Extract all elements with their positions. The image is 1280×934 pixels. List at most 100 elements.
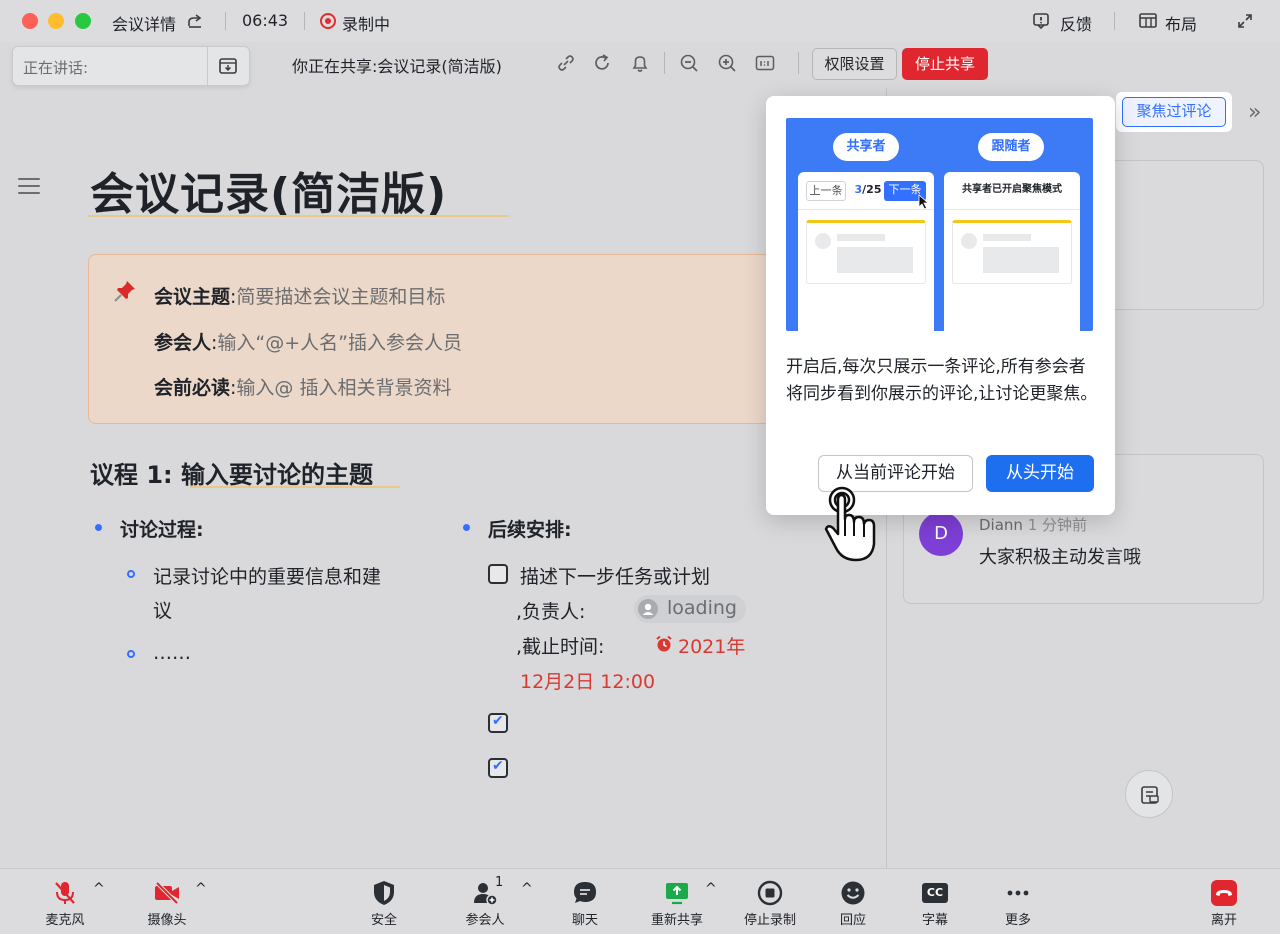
agenda-underline bbox=[190, 486, 400, 488]
pointing-hand-icon bbox=[824, 486, 876, 562]
comment-time: 1 分钟前 bbox=[1027, 516, 1088, 534]
popup-description: 开启后,每次只展示一条评论,所有参会者将同步看到你展示的评论,让讨论更聚焦。 bbox=[786, 357, 1098, 404]
download-box-icon bbox=[219, 58, 237, 74]
discussion-item[interactable]: 记录讨论中的重要信息和建 bbox=[153, 562, 381, 589]
stop-sharing-button[interactable]: 停止共享 bbox=[902, 48, 988, 80]
zoom-out-icon[interactable] bbox=[678, 52, 700, 74]
discussion-item[interactable]: …… bbox=[153, 642, 191, 664]
avatar[interactable]: D bbox=[919, 512, 963, 556]
fullscreen-icon[interactable] bbox=[1236, 12, 1254, 30]
task-checkbox-checked[interactable] bbox=[488, 713, 508, 733]
discussion-item-cont[interactable]: 议 bbox=[153, 596, 172, 623]
title-bar: 会议详情 06:43 录制中 反馈 布局 bbox=[0, 0, 1280, 42]
share-icon[interactable] bbox=[186, 12, 204, 30]
user-avatar-icon bbox=[638, 599, 658, 619]
layout-icon[interactable] bbox=[1138, 12, 1158, 30]
bell-icon[interactable] bbox=[629, 52, 651, 74]
deadline-date[interactable]: 2021年 bbox=[678, 632, 745, 659]
minimize-window-button[interactable] bbox=[48, 13, 64, 29]
discussion-heading[interactable]: 讨论过程: bbox=[120, 515, 204, 542]
comment-list-button[interactable] bbox=[1125, 770, 1173, 818]
camera-button[interactable]: 摄像头 bbox=[132, 879, 202, 928]
divider bbox=[304, 12, 305, 30]
counter-total: /25 bbox=[862, 183, 882, 196]
captions-label: 字幕 bbox=[921, 913, 948, 928]
actual-size-icon[interactable] bbox=[754, 52, 776, 74]
mic-options-caret[interactable]: ^ bbox=[93, 881, 105, 897]
comment-author[interactable]: Diann bbox=[979, 516, 1023, 534]
mic-button[interactable]: 麦克风 bbox=[30, 879, 100, 928]
comment-list-icon bbox=[1141, 786, 1159, 804]
followup-heading[interactable]: 后续安排: bbox=[488, 515, 572, 542]
shield-icon bbox=[374, 881, 394, 905]
callout-attendees[interactable]: 参会人:输入“@+人名”插入参会人员 bbox=[154, 328, 462, 355]
mic-muted-icon bbox=[55, 882, 75, 904]
callout-meeting-topic[interactable]: 会议主题:简要描述会议主题和目标 bbox=[154, 282, 445, 309]
focus-comments-label: 聚焦过评论 bbox=[1122, 97, 1226, 127]
refresh-icon[interactable] bbox=[591, 52, 613, 74]
camera-options-caret[interactable]: ^ bbox=[195, 881, 207, 897]
stop-recording-label: 停止录制 bbox=[743, 913, 796, 928]
share-options-caret[interactable]: ^ bbox=[705, 881, 717, 897]
mic-label: 麦克风 bbox=[45, 913, 85, 928]
close-window-button[interactable] bbox=[22, 13, 38, 29]
recording-status[interactable]: 录制中 bbox=[342, 11, 390, 35]
security-button[interactable]: 安全 bbox=[349, 879, 419, 928]
bullet-dot bbox=[95, 524, 102, 531]
chat-label: 聊天 bbox=[571, 913, 598, 928]
permission-settings-button[interactable]: 权限设置 bbox=[812, 48, 897, 80]
link-icon[interactable] bbox=[555, 52, 577, 74]
stop-record-icon bbox=[757, 880, 783, 906]
owner-name: loading bbox=[667, 597, 737, 619]
task-checkbox[interactable] bbox=[488, 564, 508, 584]
more-button[interactable]: 更多 bbox=[983, 879, 1053, 928]
start-from-beginning-button[interactable]: 从头开始 bbox=[986, 455, 1094, 492]
more-label: 更多 bbox=[1004, 913, 1031, 928]
task-deadline-label: ,截止时间: bbox=[516, 636, 605, 658]
participants-options-caret[interactable]: ^ bbox=[521, 881, 533, 897]
callout-value: 输入“@+人名”插入参会人员 bbox=[217, 332, 463, 354]
meeting-timer: 06:43 bbox=[242, 11, 289, 30]
prev-comment-mini: 上一条 bbox=[806, 181, 846, 201]
reaction-button[interactable]: 回应 bbox=[818, 879, 888, 928]
callout-prereading[interactable]: 会前必读:输入@ 插入相关背景资料 bbox=[154, 373, 451, 400]
document-title[interactable]: 会议记录(简洁版) bbox=[90, 158, 447, 222]
layout-button[interactable]: 布局 bbox=[1165, 11, 1197, 35]
task-checkbox-checked[interactable] bbox=[488, 758, 508, 778]
stop-recording-button[interactable]: 停止录制 bbox=[735, 879, 805, 928]
participants-count: 1 bbox=[495, 875, 504, 890]
camera-off-icon bbox=[155, 881, 179, 905]
pushpin-icon bbox=[114, 281, 135, 302]
task-text[interactable]: 描述下一步任务或计划 bbox=[520, 562, 710, 589]
collapse-panel-icon[interactable]: » bbox=[1248, 100, 1261, 125]
reshare-button[interactable]: 重新共享 bbox=[642, 879, 712, 928]
callout-key: 会前必读 bbox=[154, 377, 231, 399]
leave-label: 离开 bbox=[1210, 913, 1237, 928]
recording-icon bbox=[320, 13, 336, 29]
expand-speaker-button[interactable] bbox=[207, 47, 249, 85]
outline-menu-icon[interactable] bbox=[18, 178, 40, 196]
feedback-icon[interactable] bbox=[1032, 12, 1050, 30]
callout-key: 会议主题 bbox=[154, 286, 231, 308]
security-label: 安全 bbox=[370, 913, 397, 928]
bullet-dot bbox=[463, 524, 470, 531]
zoom-in-icon[interactable] bbox=[716, 52, 738, 74]
participants-button[interactable]: 参会人 bbox=[450, 879, 520, 928]
captions-button[interactable]: CC 字幕 bbox=[900, 879, 970, 928]
owner-mention-chip[interactable]: loading bbox=[634, 595, 746, 623]
divider bbox=[1114, 12, 1115, 30]
captions-icon: CC bbox=[922, 883, 948, 903]
focus-mode-popup: 共享者 跟随者 上一条 3/25 下一条 共享者已开启聚焦模式 开启后,每次只展… bbox=[766, 96, 1115, 515]
focus-comments-button[interactable]: 聚焦过评论 bbox=[1116, 92, 1232, 132]
sharing-status: 你正在共享:会议记录(简洁版) bbox=[292, 57, 502, 76]
divider bbox=[664, 52, 665, 74]
chat-button[interactable]: 聊天 bbox=[550, 879, 620, 928]
maximize-window-button[interactable] bbox=[75, 13, 91, 29]
divider bbox=[798, 52, 799, 74]
meeting-details-title[interactable]: 会议详情 bbox=[112, 11, 176, 35]
deadline-datetime[interactable]: 12月2日 12:00 bbox=[520, 667, 655, 694]
agenda-heading[interactable]: 议程 1: 输入要讨论的主题 bbox=[90, 455, 373, 490]
cursor-icon bbox=[918, 194, 930, 210]
leave-meeting-button[interactable]: 离开 bbox=[1189, 879, 1259, 928]
feedback-button[interactable]: 反馈 bbox=[1060, 11, 1092, 35]
